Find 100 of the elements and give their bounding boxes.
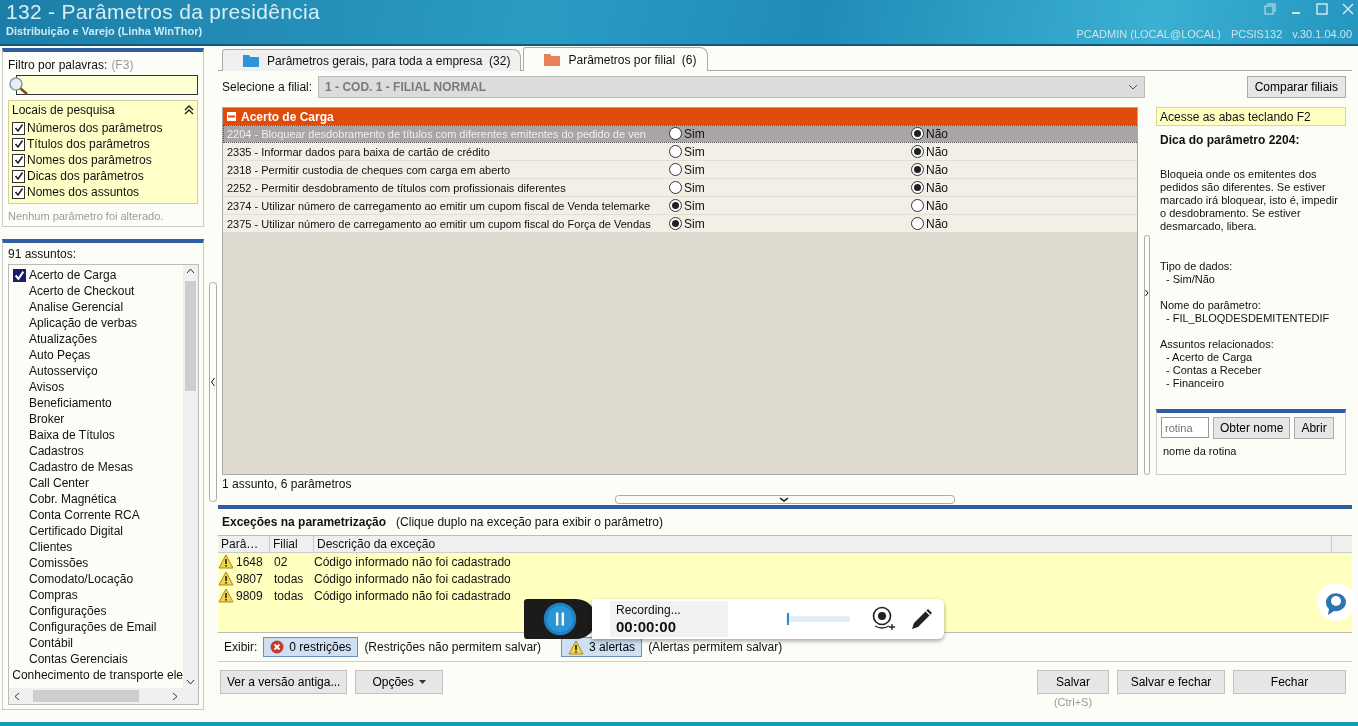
radio-button[interactable]: [911, 145, 924, 159]
option-label[interactable]: Sim: [684, 180, 705, 195]
option-label[interactable]: Não: [926, 144, 948, 159]
subject-item[interactable]: Configurações: [29, 604, 107, 618]
subject-item[interactable]: Atualizações: [29, 332, 98, 346]
checkbox[interactable]: [12, 121, 25, 135]
option-label[interactable]: Não: [926, 126, 948, 141]
scroll-right-icon[interactable]: [172, 692, 178, 701]
subject-item[interactable]: Avisos: [29, 380, 65, 394]
collapse-icon[interactable]: [184, 105, 194, 115]
subject-item[interactable]: Cobr. Magnética: [29, 492, 117, 506]
parameter-row[interactable]: 2252 - Permitir desdobramento de títulos com profissionais diferentes Sim Não: [223, 179, 1137, 198]
subject-item[interactable]: Contábil: [29, 636, 74, 650]
filter-toggle[interactable]: 0 restrições: [263, 637, 359, 658]
parameter-row[interactable]: 2204 - Bloquear desdobramento de títulos com diferentes emitentes do pedido de ven Sim Não: [223, 125, 1137, 144]
scrollbar[interactable]: [183, 265, 198, 688]
option-label[interactable]: Sim: [684, 126, 705, 141]
option-label[interactable]: Títulos dos parâmetros: [27, 137, 150, 151]
option-label[interactable]: Não: [926, 216, 948, 231]
scroll-up-icon[interactable]: [186, 268, 195, 274]
subject-item[interactable]: Clientes: [29, 540, 73, 554]
checkbox[interactable]: [12, 137, 25, 151]
option-label[interactable]: Sim: [684, 144, 705, 159]
option-label[interactable]: Sim: [684, 198, 705, 213]
collapse-handle[interactable]: [1144, 235, 1150, 476]
routine-field[interactable]: rotina: [1161, 417, 1209, 439]
checkbox[interactable]: [12, 169, 25, 183]
webcam-icon[interactable]: [872, 606, 896, 632]
radio-button[interactable]: [669, 217, 682, 231]
tab[interactable]: Parâmetros por filial (6): [523, 47, 708, 72]
tab[interactable]: Parâmetros gerais, para toda a empresa (32): [222, 49, 522, 72]
subject-item[interactable]: Autosserviço: [29, 364, 98, 378]
option-label[interactable]: Nomes dos parâmetros: [27, 153, 152, 167]
scrollbar-thumb[interactable]: [33, 690, 139, 702]
parameter-row[interactable]: 2375 - Utilizar número de carregamento ao emitir um cupom fiscal do Força de Vendas Sim Não: [223, 215, 1137, 234]
subject-item[interactable]: Acerto de Checkout: [29, 284, 135, 298]
option-label[interactable]: Sim: [684, 162, 705, 177]
filter-field[interactable]: [16, 75, 198, 95]
footer-button[interactable]: Ver a versão antiga...: [220, 670, 348, 695]
subject-item[interactable]: Baixa de Títulos: [29, 428, 115, 442]
collapse-handle[interactable]: [615, 494, 955, 504]
subject-item[interactable]: Conta Corrente RCA: [29, 508, 140, 522]
option-label[interactable]: Não: [926, 180, 948, 195]
radio-button[interactable]: [911, 181, 924, 195]
parameter-row[interactable]: 2318 - Permitir custodia de cheques com carga em aberto Sim Não: [223, 161, 1137, 180]
subject-item[interactable]: Broker: [29, 412, 65, 426]
column-header[interactable]: Parâ…: [218, 535, 270, 553]
exception-row[interactable]: 1648 02 Código informado não foi cadastrado: [218, 553, 511, 571]
subject-item[interactable]: Cadastros: [29, 444, 84, 458]
radio-button[interactable]: [669, 127, 682, 141]
subject-item[interactable]: Compras: [29, 588, 78, 602]
scrollbar-thumb[interactable]: [185, 281, 196, 391]
subject-item[interactable]: Comissões: [29, 556, 89, 570]
radio-button[interactable]: [669, 145, 682, 159]
filter-toggle[interactable]: 3 alertas: [561, 637, 643, 658]
scroll-left-icon[interactable]: [14, 692, 20, 701]
scrollbar[interactable]: [9, 688, 198, 704]
compare-button[interactable]: Comparar filiais: [1246, 76, 1346, 99]
radio-button[interactable]: [669, 199, 682, 213]
radio-button[interactable]: [669, 181, 682, 195]
scroll-down-icon[interactable]: [186, 679, 195, 685]
volume-slider[interactable]: [786, 616, 850, 622]
option-label[interactable]: Sim: [684, 216, 705, 231]
subject-item[interactable]: Acerto de Carga: [29, 268, 117, 282]
column-header[interactable]: Filial: [270, 535, 314, 553]
subject-item[interactable]: Conhecimento de transporte ele: [12, 668, 183, 682]
subject-item[interactable]: Aplicação de verbas: [29, 316, 138, 330]
parameter-row[interactable]: 2335 - Informar dados para baixa de cartão de crédito Sim Não: [223, 143, 1137, 162]
search-places-title[interactable]: Locais de pesquisa: [12, 103, 115, 117]
chat-icon[interactable]: [1316, 582, 1356, 622]
radio-button[interactable]: [669, 163, 682, 177]
options-button[interactable]: Opções: [355, 670, 443, 695]
collapse-handle[interactable]: [209, 282, 217, 502]
parameter-row[interactable]: 2374 - Utilizar número de carregamento ao emitir um cupom fiscal de Venda telemarke Sim Não: [223, 197, 1137, 216]
subject-item[interactable]: Configurações de Email: [29, 620, 157, 634]
subject-item[interactable]: Call Center: [29, 476, 90, 490]
option-label[interactable]: Nomes dos assuntos: [27, 185, 140, 199]
subject-item[interactable]: Analise Gerencial: [29, 300, 124, 314]
option-label[interactable]: Não: [926, 198, 948, 213]
close-icon[interactable]: [1342, 3, 1354, 15]
subject-item[interactable]: Auto Peças: [29, 348, 91, 362]
checkbox[interactable]: [12, 153, 25, 167]
radio-button[interactable]: [911, 199, 924, 213]
option-label[interactable]: Números dos parâmetros: [27, 121, 163, 135]
column-header[interactable]: Descrição da exceção: [314, 535, 1332, 553]
pause-button[interactable]: [543, 602, 577, 636]
subject-item[interactable]: Comodato/Locação: [29, 572, 134, 586]
option-label[interactable]: Não: [926, 162, 948, 177]
footer-button[interactable]: Salvar e fechar: [1117, 670, 1225, 695]
option-label[interactable]: Dicas dos parâmetros: [27, 169, 144, 183]
subject-item[interactable]: Cadastro de Mesas: [29, 460, 134, 474]
footer-button[interactable]: Fechar: [1233, 670, 1346, 695]
footer-button[interactable]: Salvar: [1037, 670, 1109, 695]
subject-item[interactable]: Contas Gerenciais: [29, 652, 128, 666]
radio-button[interactable]: [911, 217, 924, 231]
checkbox[interactable]: [12, 185, 25, 199]
group-header[interactable]: Acerto de Carga: [223, 108, 1137, 126]
exception-row[interactable]: 9809 todas Código informado não foi cadastrado: [218, 587, 511, 605]
routine-button[interactable]: Abrir: [1294, 417, 1334, 440]
checkbox[interactable]: [12, 268, 26, 282]
